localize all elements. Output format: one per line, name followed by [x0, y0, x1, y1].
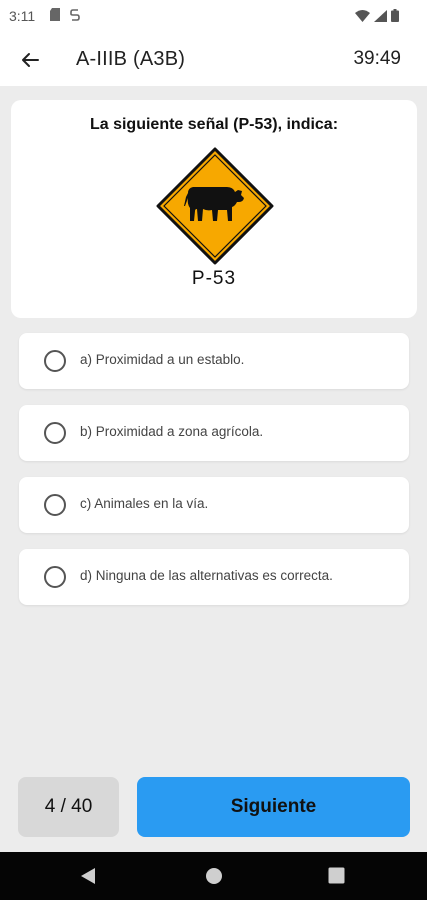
option-label: c) Animales en la vía.: [80, 496, 209, 511]
question-card: La siguiente señal (P-53), indica: P-53: [11, 100, 417, 318]
option-label: b) Proximidad a zona agrícola.: [80, 424, 264, 439]
back-triangle-icon[interactable]: [80, 867, 96, 890]
recent-square-icon[interactable]: [328, 867, 345, 889]
option-label: a) Proximidad a un establo.: [80, 352, 245, 367]
sd-card-icon: [50, 8, 60, 25]
sign-code: P-53: [191, 268, 237, 289]
answer-option-d[interactable]: d) Ninguna de las alternativas es correc…: [19, 549, 409, 605]
wifi-icon: [355, 9, 370, 25]
cattle-crossing-sign: [155, 146, 275, 266]
option-label: d) Ninguna de las alternativas es correc…: [80, 568, 333, 583]
signal-icon: [374, 9, 387, 25]
app-bar: A-IIIB (A3B) 39:49: [0, 34, 427, 86]
sync-icon: [70, 8, 80, 25]
next-button[interactable]: Siguiente: [137, 777, 410, 837]
status-bar: 3:11: [0, 0, 427, 34]
page-title: A-IIIB (A3B): [76, 48, 186, 70]
radio-button[interactable]: [44, 566, 66, 588]
home-circle-icon[interactable]: [205, 867, 223, 890]
battery-icon: [391, 9, 399, 25]
answer-option-a[interactable]: a) Proximidad a un establo.: [19, 333, 409, 389]
radio-button[interactable]: [44, 494, 66, 516]
back-arrow-icon[interactable]: [18, 48, 42, 72]
answer-option-b[interactable]: b) Proximidad a zona agrícola.: [19, 405, 409, 461]
answer-option-c[interactable]: c) Animales en la vía.: [19, 477, 409, 533]
question-counter: 4 / 40: [18, 777, 119, 837]
countdown-timer: 39:49: [353, 48, 401, 69]
status-time: 3:11: [9, 8, 36, 24]
radio-button[interactable]: [44, 350, 66, 372]
radio-button[interactable]: [44, 422, 66, 444]
question-text: La siguiente señal (P-53), indica:: [89, 116, 339, 133]
system-nav-bar: [0, 852, 427, 900]
